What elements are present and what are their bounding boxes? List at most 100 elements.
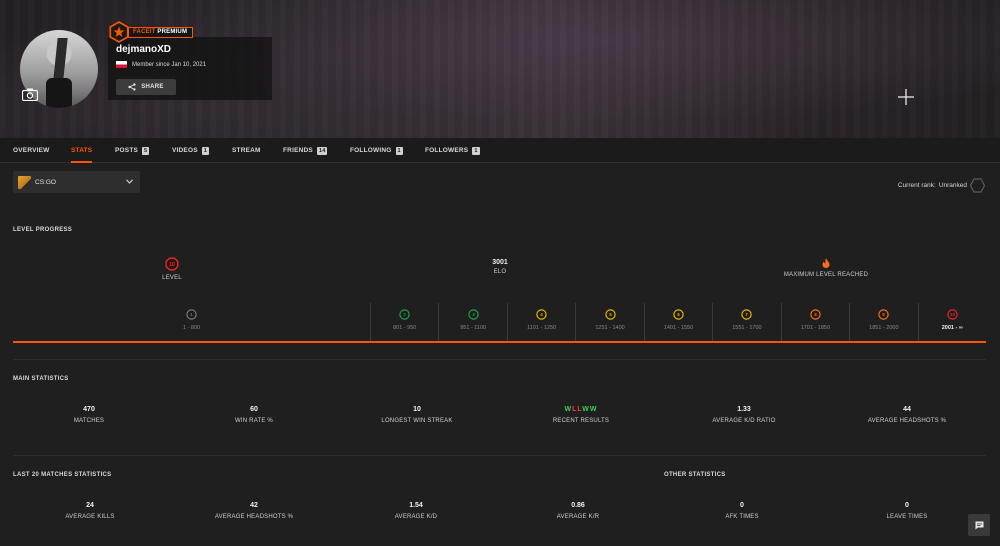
stat-average-kills: 24 AVERAGE KILLS	[50, 502, 130, 520]
tab-count: 1	[395, 146, 403, 155]
stat-matches: 470 MATCHES	[49, 406, 129, 424]
level-range-label: 1851 - 2000	[869, 325, 899, 331]
level-range-8: 8 1701 - 1850	[780, 303, 849, 343]
current-rank: Current rank: Unranked	[898, 178, 985, 193]
tab-following[interactable]: FOLLOWING 1	[350, 138, 403, 163]
current-level: 10 LEVEL	[142, 257, 202, 281]
level-4-badge-icon: 4	[536, 309, 547, 320]
stat-value: 0	[905, 502, 909, 509]
level-range-label: 1701 - 1850	[800, 325, 831, 331]
stat-label: WIN RATE %	[235, 418, 273, 424]
level-label: LEVEL	[162, 275, 182, 281]
level-badge-number: 10	[169, 262, 175, 268]
stat-recent-results: WLLWW RECENT RESULTS	[531, 406, 631, 424]
elo-block: 3001 ELO	[470, 259, 530, 275]
recent-results: WLLWW	[531, 406, 631, 413]
stat-label: AFK TIMES	[725, 514, 759, 520]
stat-afk-times: 0 AFK TIMES	[702, 502, 782, 520]
level-range-4: 4 1101 - 1250	[506, 303, 575, 343]
level-range-label: 1101 - 1250	[527, 325, 557, 331]
tab-count: 1	[472, 146, 480, 155]
tab-followers[interactable]: FOLLOWERS 1	[425, 138, 480, 163]
stat-label: MATCHES	[73, 418, 105, 424]
rank-label: Current rank:	[897, 182, 936, 189]
stat-headshots: 44 AVERAGE HEADSHOTS %	[852, 406, 962, 424]
stat-average-headshots: 42 AVERAGE HEADSHOTS %	[199, 502, 309, 520]
elo-progress-bar	[13, 341, 986, 343]
tab-label: VIDEOS	[172, 147, 198, 154]
level-range-3: 3 951 - 1100	[438, 303, 506, 343]
main-statistics-title: MAIN STATISTICS	[13, 376, 69, 382]
stat-label: RECENT RESULTS	[552, 418, 610, 424]
stat-value: 0	[740, 502, 744, 509]
level-range-label: 2001 - ∞	[941, 325, 963, 331]
stat-label: LONGEST WIN STREAK	[381, 418, 453, 424]
tab-friends[interactable]: FRIENDS 14	[283, 138, 328, 163]
other-statistics-title: OTHER STATISTICS	[664, 472, 726, 478]
stat-average-kr: 0.86 AVERAGE K/R	[538, 502, 618, 520]
rank-hexagon-icon	[970, 178, 985, 193]
stat-label: AVERAGE KILLS	[65, 514, 115, 520]
premium-badge: FACEIT PREMIUM	[108, 21, 194, 43]
share-label: SHARE	[141, 84, 164, 90]
chevron-down-icon	[126, 179, 133, 184]
level-range-label: 1 - 800	[182, 325, 201, 331]
csgo-game-icon	[18, 175, 31, 189]
level-range-label: 1551 - 1700	[732, 325, 762, 331]
tab-label: FOLLOWING	[350, 147, 392, 154]
level-range-track: 1 1 - 800 2 801 - 950 3 951 - 1100 4 1101 - 125…	[13, 303, 986, 343]
tab-label: OVERVIEW	[13, 147, 50, 154]
premium-brand: FACEIT	[133, 28, 156, 35]
stat-label: AVERAGE HEADSHOTS %	[214, 514, 294, 520]
max-level-label: MAXIMUM LEVEL REACHED	[783, 272, 869, 278]
level-range-label: 951 - 1100	[460, 325, 487, 331]
add-cover-plus-icon[interactable]	[897, 88, 915, 106]
level-range-2: 2 801 - 950	[370, 303, 438, 343]
elo-value: 3001	[492, 259, 508, 266]
level-3-badge-icon: 3	[467, 309, 479, 320]
last20-title: LAST 20 MATCHES STATISTICS	[13, 472, 112, 478]
stat-leave-times: 0 LEAVE TIMES	[867, 502, 947, 520]
stat-value: 470	[83, 406, 95, 413]
member-since-row: Member since Jan 10, 2021	[116, 61, 206, 68]
level-10-badge-icon: 10	[165, 257, 179, 271]
level-1-badge-icon: 1	[186, 309, 197, 320]
level-6-badge-icon: 6	[673, 309, 684, 320]
stat-value: 1.33	[737, 406, 751, 413]
stat-label: AVERAGE K/D	[394, 514, 438, 520]
camera-icon[interactable]	[22, 88, 38, 101]
premium-label: FACEIT PREMIUM	[128, 26, 194, 38]
profile-tabs: OVERVIEW STATS POSTS 5 VIDEOS 1 STREAM FRI…	[0, 138, 1000, 163]
result-win: W	[589, 406, 598, 413]
flame-icon	[822, 258, 830, 268]
tab-label: POSTS	[115, 147, 139, 154]
tab-stats[interactable]: STATS	[71, 138, 93, 163]
member-since: Member since Jan 10, 2021	[132, 61, 207, 68]
chat-button[interactable]	[968, 514, 990, 536]
level-10-badge-icon: 10	[947, 309, 958, 320]
level-range-9: 9 1851 - 2000	[849, 303, 917, 343]
stat-value: 44	[903, 406, 911, 413]
tab-count: 1	[201, 146, 210, 155]
stat-value: 42	[250, 502, 258, 509]
share-button[interactable]: SHARE	[116, 79, 176, 95]
tab-label: FOLLOWERS	[425, 147, 469, 154]
tab-count: 5	[142, 146, 150, 155]
tab-count: 14	[316, 146, 328, 155]
tab-overview[interactable]: OVERVIEW	[13, 138, 50, 163]
username: dejmanoXD	[116, 44, 172, 55]
tab-videos[interactable]: VIDEOS 1	[172, 138, 210, 163]
level-range-1: 1 1 - 800	[13, 303, 370, 343]
level-range-7: 7 1551 - 1700	[712, 303, 780, 343]
level-range-10: 10 2001 - ∞	[917, 303, 986, 343]
divider	[13, 455, 986, 456]
game-select[interactable]: CS:GO	[13, 171, 140, 193]
level-2-badge-icon: 2	[399, 309, 410, 320]
level-8-badge-icon: 8	[810, 309, 821, 320]
tab-stream[interactable]: STREAM	[232, 138, 261, 163]
level-range-label: 1401 - 1550	[663, 325, 694, 331]
stat-kd-ratio: 1.33 AVERAGE K/D RATIO	[694, 406, 794, 424]
stat-label: AVERAGE K/D RATIO	[712, 418, 776, 424]
stat-average-kd: 1.54 AVERAGE K/D	[376, 502, 456, 520]
tab-posts[interactable]: POSTS 5	[115, 138, 150, 163]
